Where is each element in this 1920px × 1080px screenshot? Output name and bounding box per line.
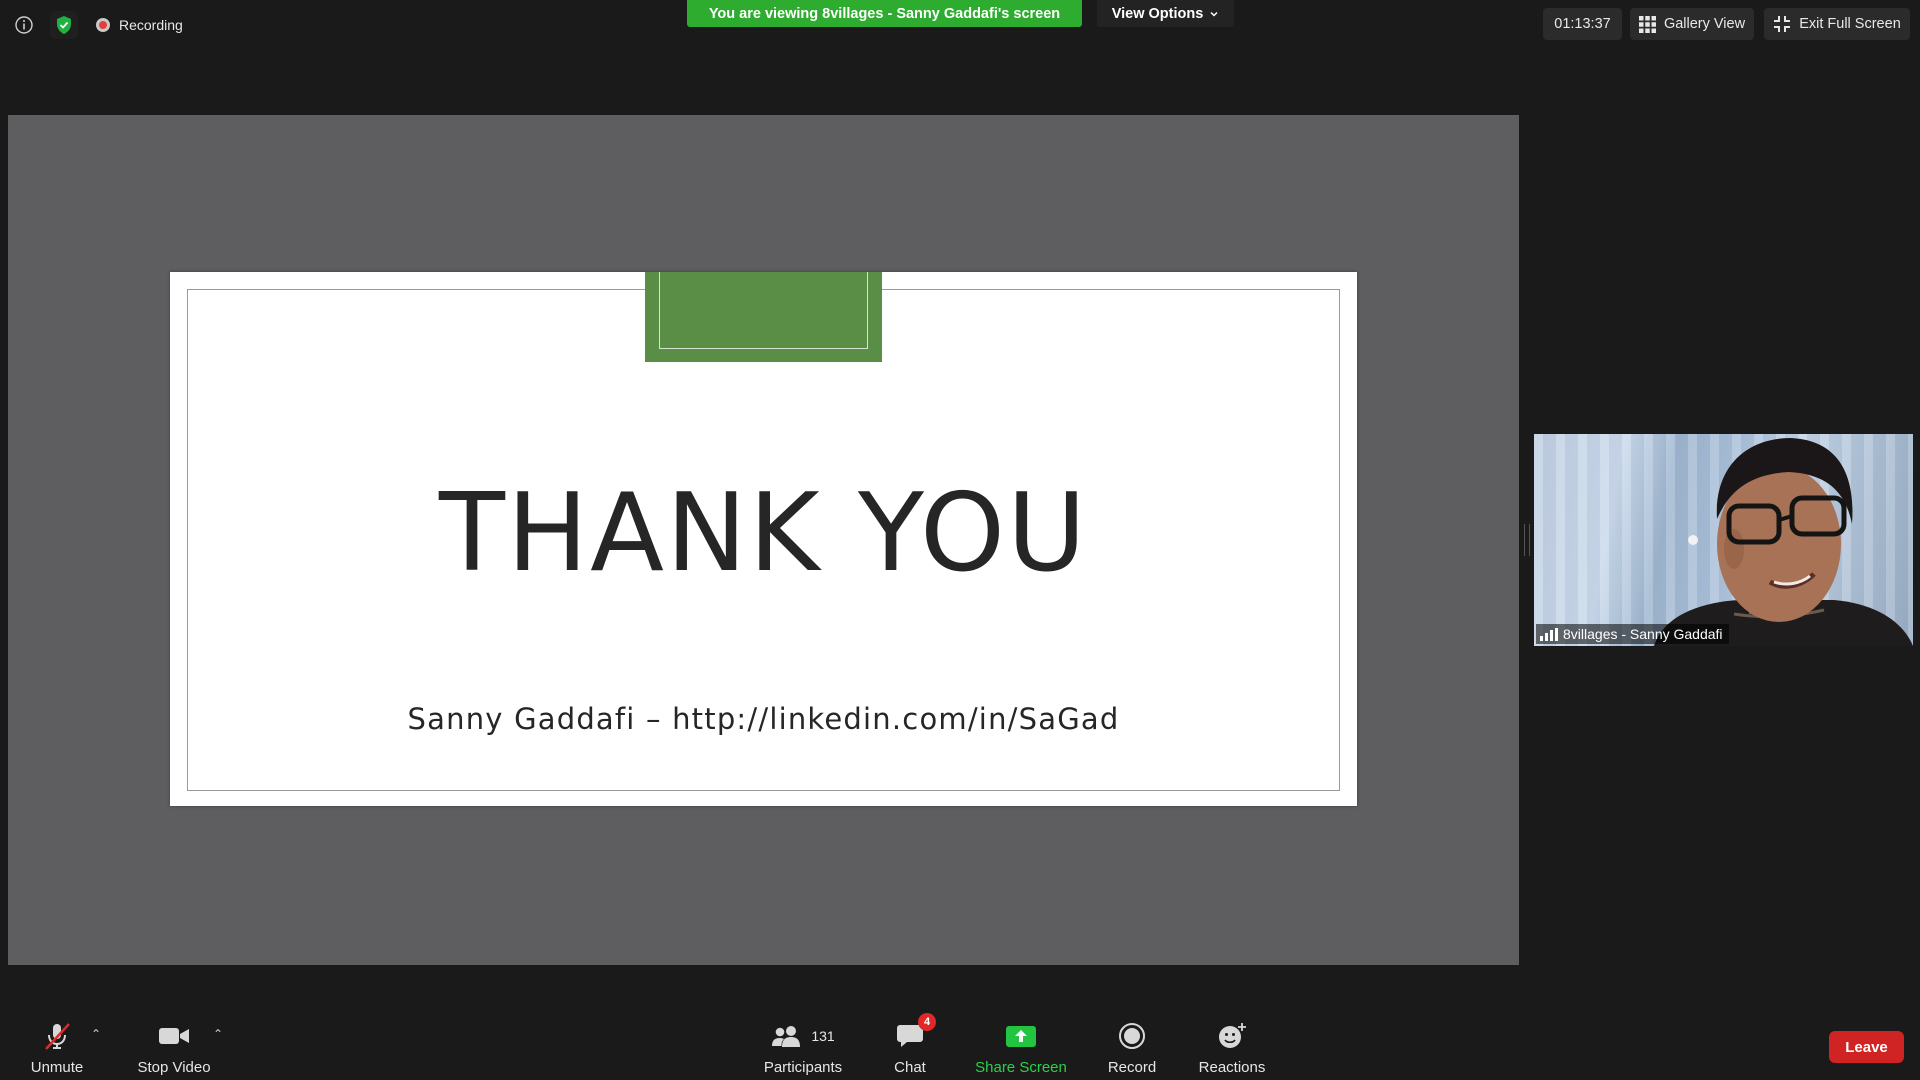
recording-label: Recording (119, 17, 183, 33)
meeting-info-icon[interactable] (10, 11, 38, 39)
share-screen-label: Share Screen (975, 1059, 1067, 1076)
participants-icon-wrapper: 131 (771, 1019, 835, 1053)
exit-fullscreen-label: Exit Full Screen (1799, 16, 1901, 32)
panel-resize-handle[interactable] (1524, 524, 1530, 556)
shared-screen: THANK YOU Sanny Gaddafi – http://linkedi… (8, 115, 1519, 965)
view-options-button[interactable]: View Options (1097, 0, 1234, 27)
signal-strength-icon (1540, 627, 1558, 641)
participant-name: 8villages - Sanny Gaddafi (1563, 626, 1723, 642)
participants-label: Participants (763, 1059, 843, 1076)
record-label: Record (1107, 1059, 1157, 1076)
video-options-caret-icon[interactable]: ⌃ (213, 1027, 223, 1041)
participant-video-tile[interactable]: 8villages - Sanny Gaddafi (1534, 434, 1913, 646)
recording-dot-icon (96, 18, 110, 32)
participant-video-image (1654, 438, 1913, 646)
slide-subtitle: Sanny Gaddafi – http://linkedin.com/in/S… (407, 702, 1120, 736)
gallery-grid-icon (1638, 15, 1656, 33)
gallery-view-label: Gallery View (1663, 16, 1746, 32)
participants-button[interactable]: 131 Participants (758, 1019, 848, 1076)
leave-button[interactable]: Leave (1829, 1031, 1904, 1063)
chat-button[interactable]: 4 Chat (890, 1013, 936, 1076)
view-options-label: View Options (1111, 5, 1204, 22)
viewing-screen-banner: You are viewing 8villages - Sanny Gaddaf… (687, 0, 1082, 27)
participant-name-tag: 8villages - Sanny Gaddafi (1536, 624, 1729, 644)
reactions-smiley-icon (1217, 1019, 1247, 1053)
slide-accent-tab-inner (659, 272, 868, 349)
audio-options-caret-icon[interactable]: ⌃ (91, 1027, 101, 1041)
exit-fullscreen-icon (1774, 16, 1791, 32)
chat-label: Chat (894, 1059, 926, 1076)
presentation-slide: THANK YOU Sanny Gaddafi – http://linkedi… (170, 272, 1357, 806)
meeting-timer: 01:13:37 (1543, 8, 1622, 40)
slide-title: THANK YOU (438, 471, 1089, 596)
video-camera-icon (158, 1019, 190, 1053)
reactions-label: Reactions (1198, 1059, 1266, 1076)
timer-text: 01:13:37 (1554, 16, 1611, 32)
meeting-toolbar: Unmute ⌃ Stop Video ⌃ 131 Participants 4… (0, 1005, 1920, 1080)
stop-video-label: Stop Video (137, 1059, 211, 1076)
share-screen-icon (1006, 1019, 1036, 1053)
recording-indicator[interactable]: Recording (96, 14, 183, 36)
chat-unread-badge: 4 (918, 1013, 936, 1031)
unmute-button[interactable]: Unmute (28, 1019, 86, 1076)
participants-icon (772, 1026, 801, 1047)
reactions-button[interactable]: Reactions (1198, 1019, 1266, 1076)
gallery-view-button[interactable]: Gallery View (1630, 8, 1754, 40)
exit-fullscreen-button[interactable]: Exit Full Screen (1764, 8, 1910, 40)
stop-video-button[interactable]: Stop Video (134, 1019, 214, 1076)
top-bar: Recording You are viewing 8villages - Sa… (0, 0, 1920, 60)
record-icon (1118, 1019, 1146, 1053)
share-screen-button[interactable]: Share Screen (974, 1019, 1068, 1076)
chat-icon-wrapper: 4 (896, 1013, 936, 1053)
participants-count: 131 (811, 1028, 835, 1044)
muted-microphone-icon (42, 1019, 72, 1053)
chevron-down-icon (1210, 11, 1218, 17)
unmute-label: Unmute (30, 1059, 84, 1076)
slide-accent-tab (645, 272, 882, 362)
record-button[interactable]: Record (1106, 1019, 1158, 1076)
encryption-shield-icon[interactable] (50, 11, 78, 39)
